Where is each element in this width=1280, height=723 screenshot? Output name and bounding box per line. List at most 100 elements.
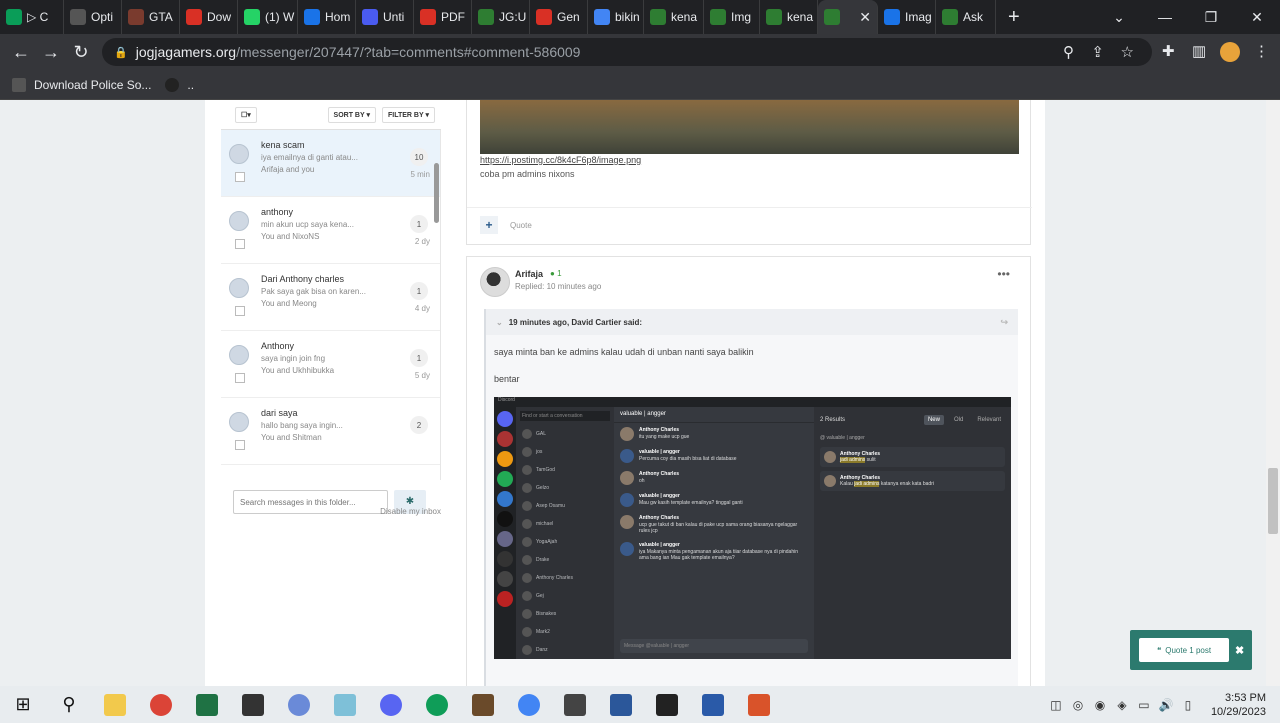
go-to-quote-icon[interactable]: ↪ [1000,317,1008,328]
battery-icon[interactable]: ▯ [1179,698,1197,712]
profile-avatar[interactable] [1220,42,1240,62]
conversation-checkbox[interactable] [235,172,245,182]
browser-tab[interactable]: kena [760,0,818,34]
forward-button[interactable]: → [36,42,66,63]
side-panel-icon[interactable]: ▥ [1192,42,1206,60]
page-scrollbar[interactable] [1266,100,1280,686]
quote-posts-button[interactable]: ❝ Quote 1 post [1139,638,1229,662]
post-image[interactable] [480,100,1019,154]
bookmark-more[interactable]: .. [187,78,194,92]
conversation-checkbox[interactable] [235,440,245,450]
browser-tab[interactable]: (1) W [238,0,298,34]
author-name[interactable]: Arifaja [515,269,543,279]
close-window-button[interactable]: ✕ [1234,9,1280,26]
network-icon[interactable]: ▭ [1135,698,1153,712]
image-link[interactable]: https://i.postimg.cc/8k4cF6p8/image.png [480,155,641,165]
bookmark-star-icon[interactable]: ☆ [1121,43,1134,61]
start-button[interactable]: ⊞ [0,686,46,723]
discord-icon[interactable] [368,686,414,723]
app-icon[interactable] [322,686,368,723]
browser-tab[interactable]: GTA [122,0,180,34]
browser-tab[interactable]: Imag [878,0,936,34]
conversation-item[interactable]: dari saya hallo bang saya ingin... You a… [221,398,440,465]
extensions-icon[interactable]: ✚ [1162,42,1175,60]
page-scrollbar-thumb[interactable] [1268,468,1278,534]
app-icon[interactable] [276,686,322,723]
select-all-checkbox[interactable]: ☐▾ [235,106,257,123]
embedded-screenshot[interactable]: Discord Find or start a conversation GAL… [494,397,1011,659]
more-options-icon[interactable]: ••• [997,267,1010,281]
browser-tab[interactable]: ▷ C [0,0,64,34]
game-icon[interactable] [460,686,506,723]
browser-tab[interactable]: kena [644,0,704,34]
steam-icon[interactable]: ◉ [1091,698,1109,712]
browser-tab[interactable]: Gen [530,0,588,34]
conversation-list-scrollbar[interactable] [434,163,439,223]
browser-tab[interactable]: ✕ [818,0,878,34]
author-avatar[interactable] [480,267,510,297]
dm-item: Mark2 [516,623,614,641]
system-clock[interactable]: 3:53 PM 10/29/2023 [1211,691,1266,719]
browser-tab[interactable]: PDF [414,0,472,34]
search-icon[interactable]: ⚲ [46,686,92,723]
chrome-icon[interactable] [414,686,460,723]
browser-tab[interactable]: Img [704,0,760,34]
conversation-item[interactable]: Dari Anthony charles Pak saya gak bisa o… [221,264,440,331]
word-icon[interactable] [598,686,644,723]
back-button[interactable]: ← [6,42,36,63]
volume-icon[interactable]: 🔊 [1157,698,1175,712]
browser-tab[interactable]: JG:U [472,0,530,34]
chrome-icon[interactable] [506,686,552,723]
message-search-input[interactable] [233,490,388,514]
quote-link[interactable]: Quote [510,221,532,230]
tab-label: ▷ C [27,10,49,24]
quote-text: saya minta ban ke admins kalau udah di u… [494,347,754,357]
new-tab-button[interactable]: + [996,6,1032,29]
file-explorer-icon[interactable] [92,686,138,723]
conversation-checkbox[interactable] [235,239,245,249]
tab-search-icon[interactable]: ⌄ [1096,9,1142,26]
conversation-checkbox[interactable] [235,373,245,383]
conversation-age: 5 min [410,170,430,179]
minimize-button[interactable]: — [1142,9,1188,25]
browser-tab[interactable]: Unti [356,0,414,34]
app-icon[interactable] [736,686,782,723]
tab-favicon [186,9,202,25]
conversation-item[interactable]: anthony min akun ucp saya kena... You an… [221,197,440,264]
photos-icon[interactable] [644,686,690,723]
browser-tab[interactable]: Dow [180,0,238,34]
zoom-icon[interactable]: ⚲ [1063,43,1074,61]
results-channel: @ valuable | angger [820,435,865,441]
tray-icon[interactable]: ◫ [1047,698,1065,712]
conversation-item[interactable]: Anthony saya ingin join fng You and Ukhh… [221,331,440,398]
multiquote-add-button[interactable]: + [480,216,498,234]
close-icon[interactable]: ✖ [1235,644,1244,657]
maximize-button[interactable]: ❐ [1188,9,1234,26]
excel-icon[interactable] [184,686,230,723]
app-icon[interactable] [690,686,736,723]
sort-by-button[interactable]: SORT BY ▾ [327,106,376,123]
calculator-icon[interactable] [552,686,598,723]
filter-by-button[interactable]: FILTER BY ▾ [382,106,435,123]
tab-label: (1) W [265,10,295,24]
browser-tab[interactable]: Hom [298,0,356,34]
tray-icon[interactable]: ◈ [1113,698,1131,712]
conversation-checkbox[interactable] [235,306,245,316]
conversation-item[interactable]: kena scam iya emailnya di ganti atau... … [221,130,440,197]
chrome-menu-icon[interactable]: ⋮ [1254,42,1269,60]
disable-inbox-link[interactable]: Disable my inbox [380,507,441,516]
gta-icon[interactable] [230,686,276,723]
collapse-quote-icon[interactable]: ⌄ [496,318,503,327]
browser-tab[interactable]: Ask [936,0,996,34]
share-icon[interactable]: ⇪ [1091,43,1104,61]
url-text[interactable]: jogjagamers.org/messenger/207447/?tab=co… [136,44,581,60]
omnibox[interactable]: 🔒 jogjagamers.org/messenger/207447/?tab=… [102,38,1152,66]
browser-tab[interactable]: bikin [588,0,644,34]
reload-button[interactable]: ↻ [66,42,96,63]
bookmark-download-police[interactable]: Download Police So... [34,78,151,92]
browser-tab[interactable]: Opti [64,0,122,34]
tray-icon[interactable]: ◎ [1069,698,1087,712]
close-tab-icon[interactable]: ✕ [859,9,871,26]
dm-item: Danz [516,641,614,659]
chrome-icon[interactable] [138,686,184,723]
